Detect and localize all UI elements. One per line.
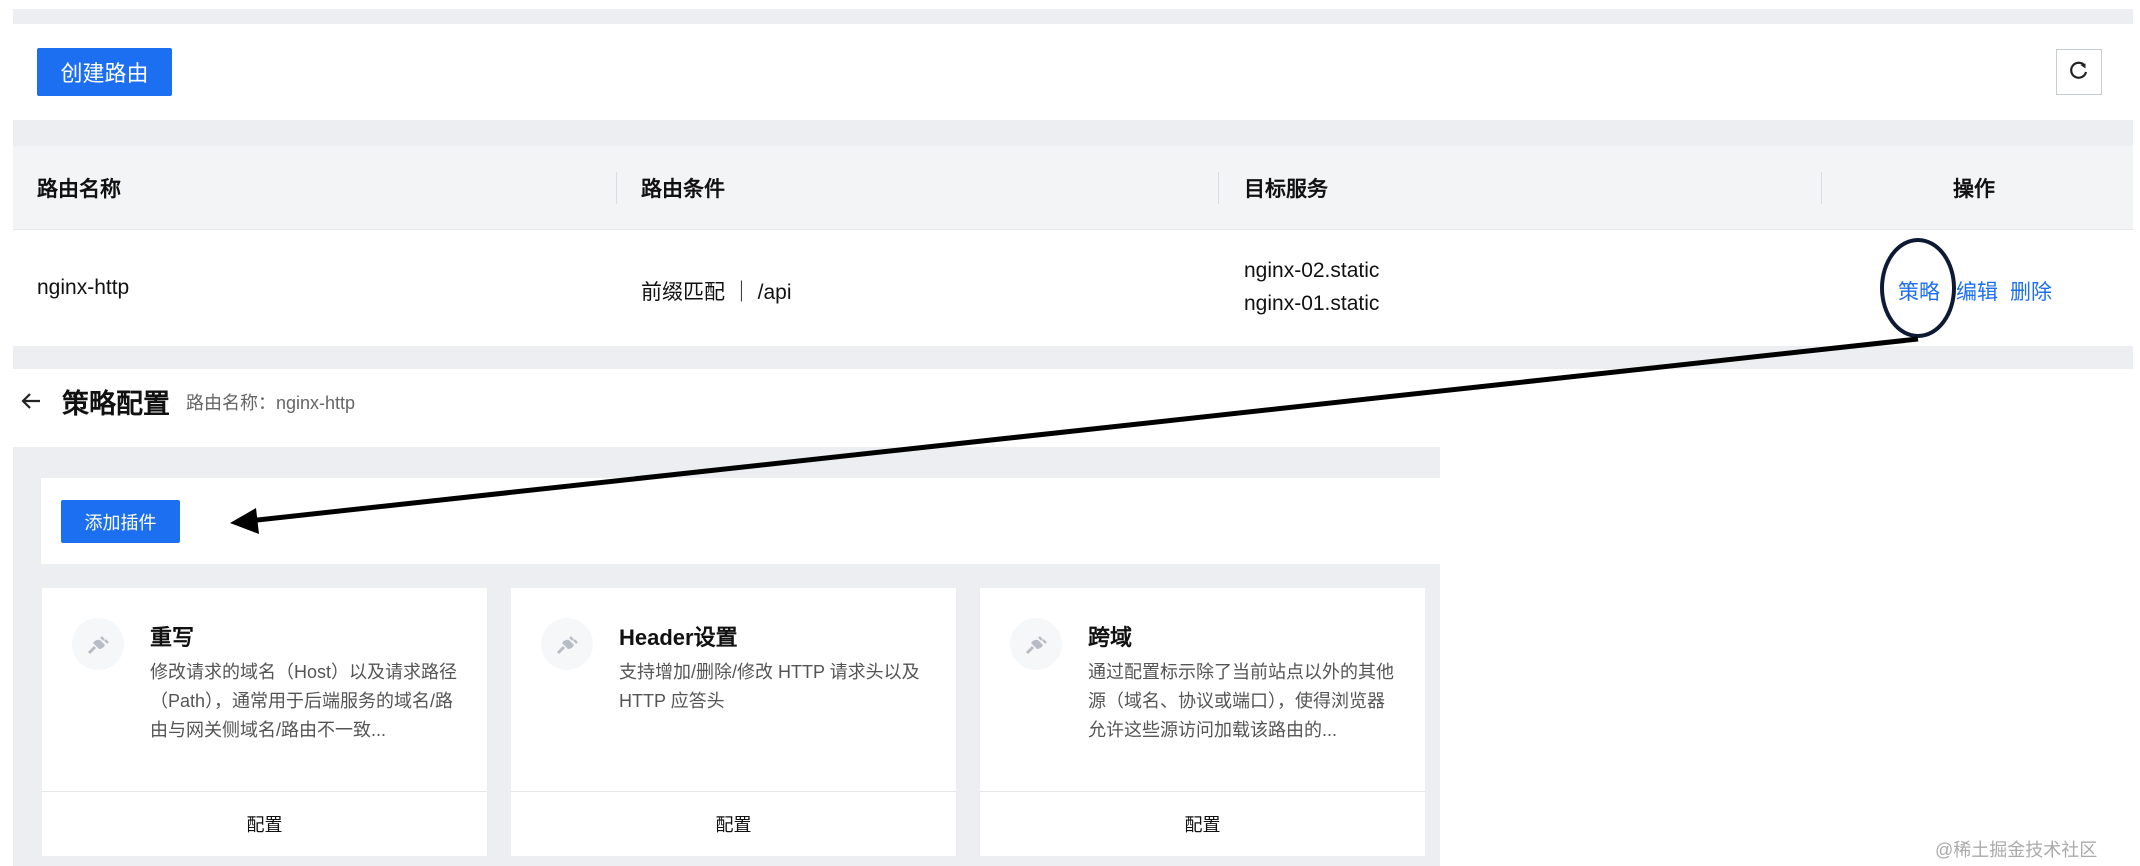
plugin-title: 重写 <box>150 625 195 650</box>
route-name-subtitle: 路由名称：nginx-http <box>186 393 356 413</box>
plugin-title: 跨域 <box>1088 625 1133 650</box>
plugin-description: 通过配置标示除了当前站点以外的其他源（域名、协议或端口），使得浏览器允许这些源访… <box>1088 662 1394 740</box>
arrow-left-icon[interactable] <box>16 386 46 416</box>
column-divider <box>616 172 617 204</box>
page-title: 策略配置 <box>62 389 170 419</box>
refresh-icon <box>2068 60 2090 85</box>
add-plugin-button[interactable]: 添加插件 <box>61 500 180 543</box>
route-table: 路由名称 路由条件 目标服务 操作 <box>13 146 2133 346</box>
plugin-description: 支持增加/删除/修改 HTTP 请求头以及 HTTP 应答头 <box>619 662 920 711</box>
route-name-cell: nginx-http <box>37 276 130 299</box>
column-divider <box>1821 172 1822 204</box>
plugin-card-cors: 跨域 通过配置标示除了当前站点以外的其他源（域名、协议或端口），使得浏览器允许这… <box>980 588 1425 856</box>
strategy-link[interactable]: 策略 <box>1898 276 1940 306</box>
column-header-target-service: 目标服务 <box>1244 177 1328 201</box>
column-divider <box>1218 172 1219 204</box>
configure-button[interactable]: 配置 <box>42 791 487 856</box>
target-service-item: nginx-02.static <box>1244 259 1380 282</box>
configure-button[interactable]: 配置 <box>511 791 956 856</box>
column-header-route-condition: 路由条件 <box>641 177 725 201</box>
plugin-card-header: Header设置 支持增加/删除/修改 HTTP 请求头以及 HTTP 应答头 … <box>511 588 956 856</box>
table-header: 路由名称 路由条件 目标服务 操作 <box>13 146 2133 230</box>
plug-icon <box>72 618 124 670</box>
plug-icon <box>541 618 593 670</box>
plugin-description: 修改请求的域名（Host）以及请求路径（Path），通常用于后端服务的域名/路由… <box>150 662 458 740</box>
plugin-card-rewrite: 重写 修改请求的域名（Host）以及请求路径（Path），通常用于后端服务的域名… <box>42 588 487 856</box>
column-header-route-name: 路由名称 <box>37 177 121 201</box>
plugin-toolbar <box>41 478 1440 564</box>
plugin-title: Header设置 <box>619 625 738 650</box>
watermark: @稀土掘金技术社区 <box>1935 840 2098 860</box>
create-route-button[interactable]: 创建路由 <box>37 48 172 96</box>
column-header-actions: 操作 <box>1953 177 1995 201</box>
configure-button[interactable]: 配置 <box>980 791 1425 856</box>
route-toolbar <box>13 24 2133 120</box>
plug-icon <box>1010 618 1062 670</box>
delete-link[interactable]: 删除 <box>2010 276 2052 306</box>
refresh-button[interactable] <box>2056 49 2102 95</box>
edit-link[interactable]: 编辑 <box>1956 276 1998 306</box>
target-service-item: nginx-01.static <box>1244 292 1380 315</box>
route-condition-cell: 前缀匹配 ｜ /api <box>641 281 792 304</box>
